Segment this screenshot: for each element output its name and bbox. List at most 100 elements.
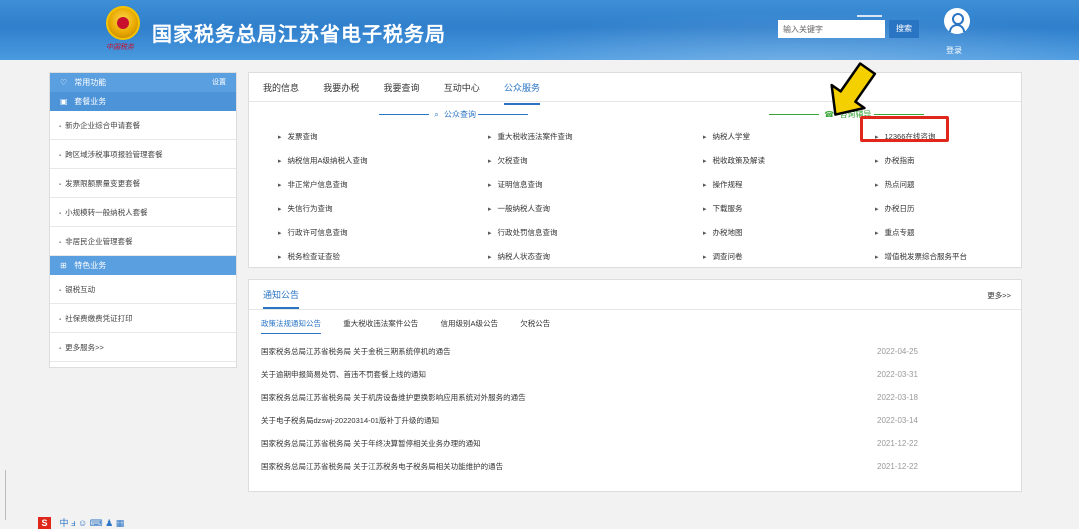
subtab-violation[interactable]: 重大税收违法案件公告 (343, 318, 418, 333)
list-item[interactable]: 关于电子税务局dzswj-20220314-01版补丁升级的通知 2022-03-… (261, 409, 1011, 432)
notice-item-title[interactable]: 国家税务总局江苏省税务局 关于金税三期系统停机的通告 (261, 347, 451, 356)
list-item[interactable]: 国家税务总局江苏省税务局 关于机房设备维护更换影响应用系统对外服务的通告 2022… (261, 386, 1011, 409)
notice-item-date: 2021-12-22 (877, 439, 918, 448)
site-header: 中国税务 国家税务总局江苏省电子税务局 搜索 登录 (0, 0, 1079, 60)
service-panel: 我的信息 我要办税 我要查询 互动中心 公众服务 ⌕ 公众查询 ☎ 咨询辅导 发… (248, 72, 1022, 268)
user-avatar-icon[interactable] (944, 8, 970, 34)
notice-list: 国家税务总局江苏省税务局 关于金税三期系统停机的通告 2022-04-25 关于逾… (261, 340, 1011, 478)
public-query-col1: 发票查询 纳税信用A级纳税人查询 非正常户信息查询 失信行为查询 行政许可信息查… (278, 125, 368, 269)
link-item[interactable]: 纳税人状态查询 (488, 245, 573, 269)
link-item[interactable]: 办税地图 (703, 221, 765, 245)
link-item[interactable]: 税务检查证查验 (278, 245, 368, 269)
link-item[interactable]: 行政许可信息查询 (278, 221, 368, 245)
sidebar: ♡ 常用功能 设置 ▣ 套餐业务 新办企业综合申请套餐 跨区域涉税事项报验管理套… (49, 72, 237, 368)
notice-subtabs: 政策法规通知公告 重大税收违法案件公告 信用级别A级公告 欠税公告 (261, 318, 570, 334)
link-item[interactable]: 失信行为查询 (278, 197, 368, 221)
consult-col1: 纳税人学堂 税收政策及解读 操作规程 下载服务 办税地图 调查问卷 (703, 125, 766, 269)
notice-panel: 通知公告 更多>> 政策法规通知公告 重大税收违法案件公告 信用级别A级公告 欠… (248, 279, 1022, 492)
search-doc-icon: ⌕ (434, 110, 439, 119)
ime-mode-label[interactable]: 中 (60, 518, 69, 528)
notice-item-title[interactable]: 关于电子税务局dzswj-20220314-01版补丁升级的通知 (261, 416, 439, 425)
link-item[interactable]: 非正常户信息查询 (278, 173, 368, 197)
link-item[interactable]: 行政处罚信息查询 (488, 221, 573, 245)
sidebar-settings-link[interactable]: 设置 (212, 73, 226, 92)
tax-emblem-icon (106, 6, 140, 40)
public-query-col2: 重大税收违法案件查询 欠税查询 证明信息查询 一般纳税人查询 行政处罚信息查询 … (488, 125, 573, 269)
notice-item-title[interactable]: 国家税务总局江苏省税务局 关于机房设备维护更换影响应用系统对外服务的通告 (261, 393, 526, 402)
link-item[interactable]: 税收政策及解读 (703, 149, 766, 173)
grid-icon: ⊞ (60, 261, 67, 270)
site-title: 国家税务总局江苏省电子税务局 (152, 24, 446, 46)
header-wave-decoration (380, 0, 1079, 60)
search-input[interactable] (778, 20, 885, 38)
link-item[interactable]: 操作规程 (703, 173, 765, 197)
consult-col2: 12366在线咨询 办税指南 热点问题 办税日历 重点专题 增值税发票综合服务平… (875, 125, 968, 269)
sidebar-item-package-1[interactable]: 跨区域涉税事项报验管理套餐 (50, 140, 236, 169)
ime-logo-icon[interactable]: S (38, 517, 51, 529)
sidebar-item-special-0[interactable]: 银税互动 (50, 275, 236, 304)
notice-item-title[interactable]: 国家税务总局江苏省税务局 关于年终决算暂停相关业务办理的通知 (261, 439, 481, 448)
sidebar-item-package-3[interactable]: 小规模转一般纳税人套餐 (50, 198, 236, 227)
notice-item-date: 2022-03-18 (877, 393, 918, 402)
page-edge-marker (5, 470, 6, 520)
notice-item-date: 2022-03-31 (877, 370, 918, 379)
divider-line (478, 114, 529, 116)
sidebar-common-label: 常用功能 (74, 78, 107, 87)
main-tabs: 我的信息 我要办税 我要查询 互动中心 公众服务 (263, 79, 562, 105)
tab-query[interactable]: 我要查询 (384, 79, 420, 96)
notice-item-title[interactable]: 国家税务总局江苏省税务局 关于江苏税务电子税务局相关功能维护的通告 (261, 462, 503, 471)
notice-title[interactable]: 通知公告 (263, 288, 300, 309)
link-item[interactable]: 发票查询 (278, 125, 368, 149)
subtab-credit-a[interactable]: 信用级别A级公告 (440, 318, 498, 333)
tab-tax-filing[interactable]: 我要办税 (323, 79, 359, 96)
ime-tool-icons[interactable]: ⅎ ☺ ⌨ ♟ ▦ (71, 518, 124, 528)
subtab-tax-arrears[interactable]: 欠税公告 (520, 318, 550, 333)
heart-icon: ♡ (60, 78, 68, 87)
sidebar-item-package-2[interactable]: 发票限额票量变更套餐 (50, 169, 236, 198)
list-item[interactable]: 国家税务总局江苏省税务局 关于江苏税务电子税务局相关功能维护的通告 2021-12… (261, 455, 1011, 478)
tab-interaction[interactable]: 互动中心 (444, 79, 480, 96)
sidebar-package-label: 套餐业务 (74, 97, 107, 106)
list-item[interactable]: 国家税务总局江苏省税务局 关于年终决算暂停相关业务办理的通知 2021-12-22 (261, 432, 1011, 455)
link-item[interactable]: 下载服务 (703, 197, 765, 221)
link-item[interactable]: 证明信息查询 (488, 173, 573, 197)
notice-item-date: 2022-04-25 (877, 347, 918, 356)
link-item[interactable]: 增值税发票综合服务平台 (875, 245, 968, 269)
link-item[interactable]: 办税日历 (875, 197, 967, 221)
notice-divider (249, 309, 1021, 310)
list-item[interactable]: 国家税务总局江苏省税务局 关于金税三期系统停机的通告 2022-04-25 (261, 340, 1011, 363)
link-item[interactable]: 办税指南 (875, 149, 967, 173)
link-item[interactable]: 热点问题 (875, 173, 967, 197)
ime-toolbar[interactable]: S 中 ⅎ ☺ ⌨ ♟ ▦ (38, 516, 124, 529)
sidebar-special-header: ⊞ 特色业务 (50, 256, 236, 275)
list-item[interactable]: 关于逾期申报简易处罚、首违不罚套餐上线的通知 2022-03-31 (261, 363, 1011, 386)
sidebar-item-package-4[interactable]: 非居民企业管理套餐 (50, 227, 236, 256)
link-item[interactable]: 一般纳税人查询 (488, 197, 573, 221)
link-item[interactable]: 调查问卷 (703, 245, 765, 269)
notice-item-date: 2021-12-22 (877, 462, 918, 471)
package-icon: ▣ (60, 97, 68, 106)
emblem-caption: 中国税务 (106, 43, 134, 51)
login-link[interactable]: 登录 (946, 45, 962, 56)
annotation-arrow-icon (830, 62, 877, 116)
link-item[interactable]: 重大税收违法案件查询 (488, 125, 573, 149)
link-item[interactable]: 重点专题 (875, 221, 967, 245)
link-item[interactable]: 欠税查询 (488, 149, 573, 173)
public-query-heading: ⌕ 公众查询 (379, 109, 529, 120)
sidebar-item-package-0[interactable]: 新办企业综合申请套餐 (50, 111, 236, 140)
divider-line (379, 114, 429, 116)
sidebar-common-header: ♡ 常用功能 设置 (50, 73, 236, 92)
notice-item-title[interactable]: 关于逾期申报简易处罚、首违不罚套餐上线的通知 (261, 370, 426, 379)
link-item[interactable]: 纳税信用A级纳税人查询 (278, 149, 368, 173)
sidebar-special-label: 特色业务 (74, 261, 107, 270)
search-button[interactable]: 搜索 (889, 20, 919, 38)
sidebar-item-special-1[interactable]: 社保费缴费凭证打印 (50, 304, 236, 333)
sidebar-package-header: ▣ 套餐业务 (50, 92, 236, 111)
more-link[interactable]: 更多>> (987, 290, 1011, 301)
subtab-policy[interactable]: 政策法规通知公告 (261, 318, 321, 334)
link-item[interactable]: 纳税人学堂 (703, 125, 765, 149)
sidebar-item-more[interactable]: 更多服务>> (50, 333, 236, 362)
tabs-divider (249, 101, 1021, 102)
notice-item-date: 2022-03-14 (877, 416, 918, 425)
tab-my-info[interactable]: 我的信息 (263, 79, 299, 96)
